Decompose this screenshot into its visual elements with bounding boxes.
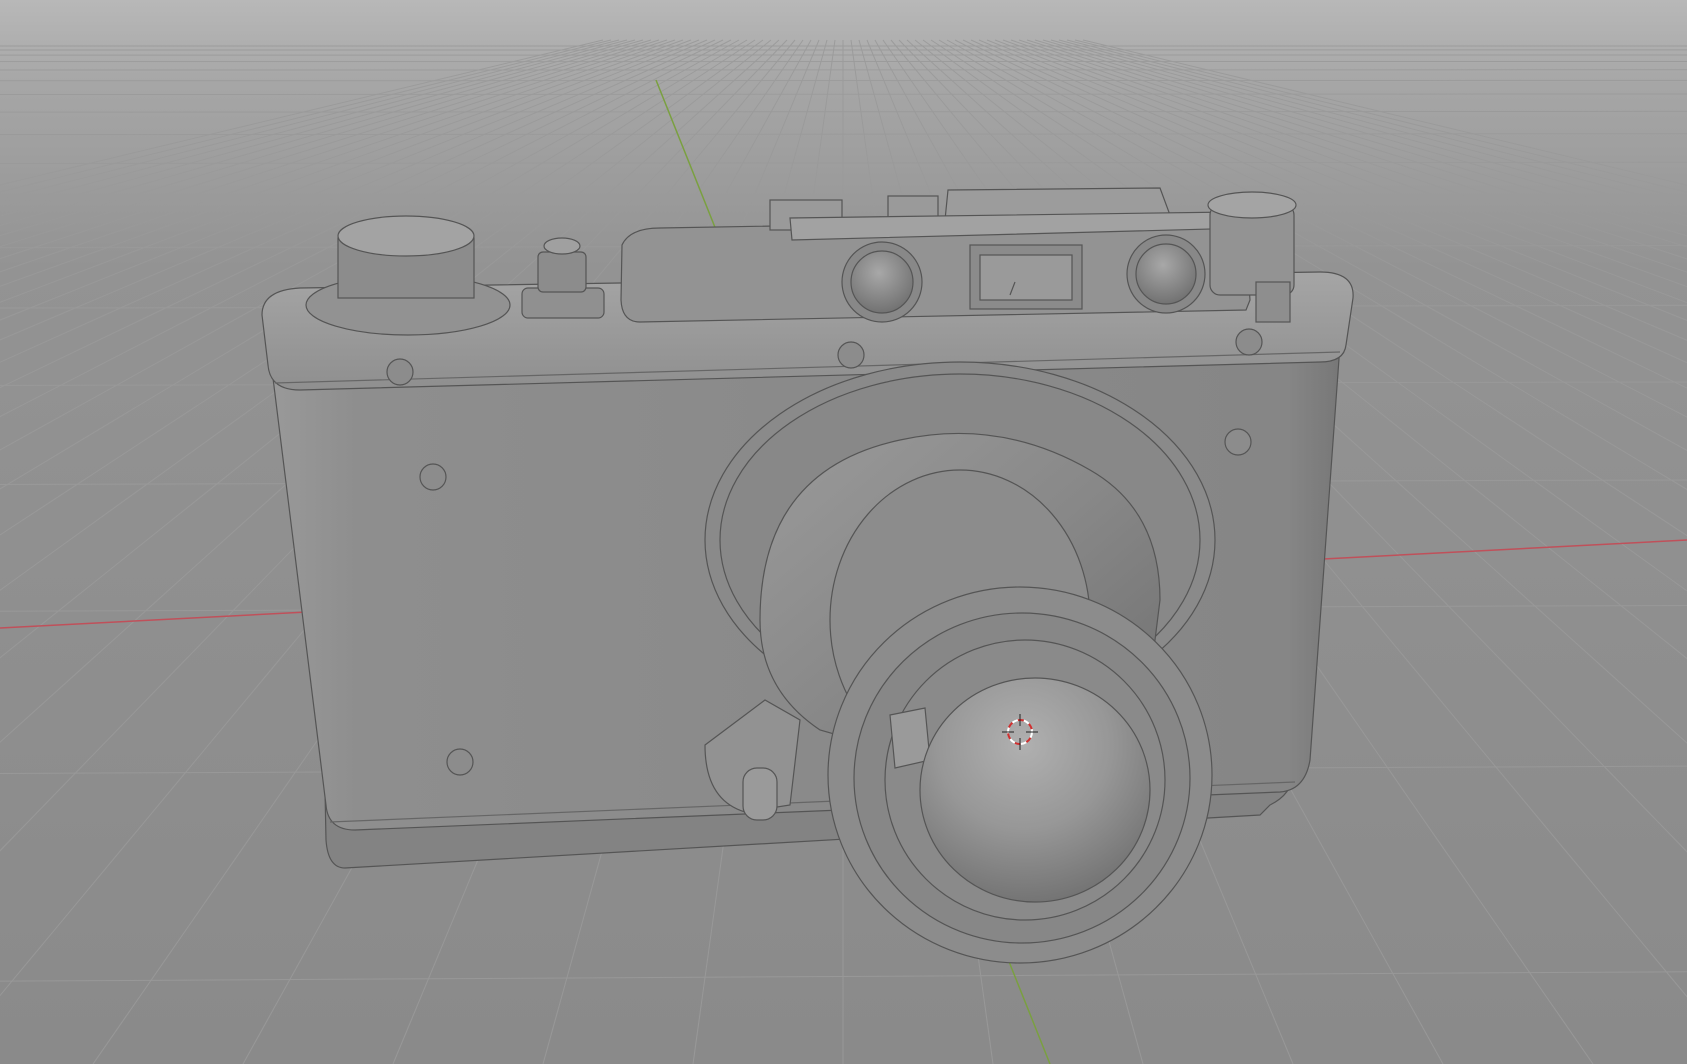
rewind-knob[interactable] [1207, 191, 1297, 219]
rangefinder-lens-left [850, 250, 914, 314]
3d-viewport[interactable] [0, 0, 1687, 1064]
focus-knob[interactable] [742, 767, 778, 821]
shutter-dial[interactable] [337, 215, 475, 257]
viewfinder-glass [979, 254, 1073, 301]
lens-glass-dome [919, 677, 1151, 903]
shutter-button[interactable] [543, 237, 581, 255]
rangefinder-lens-right [1135, 243, 1197, 305]
shutter-button-stem [537, 251, 587, 293]
